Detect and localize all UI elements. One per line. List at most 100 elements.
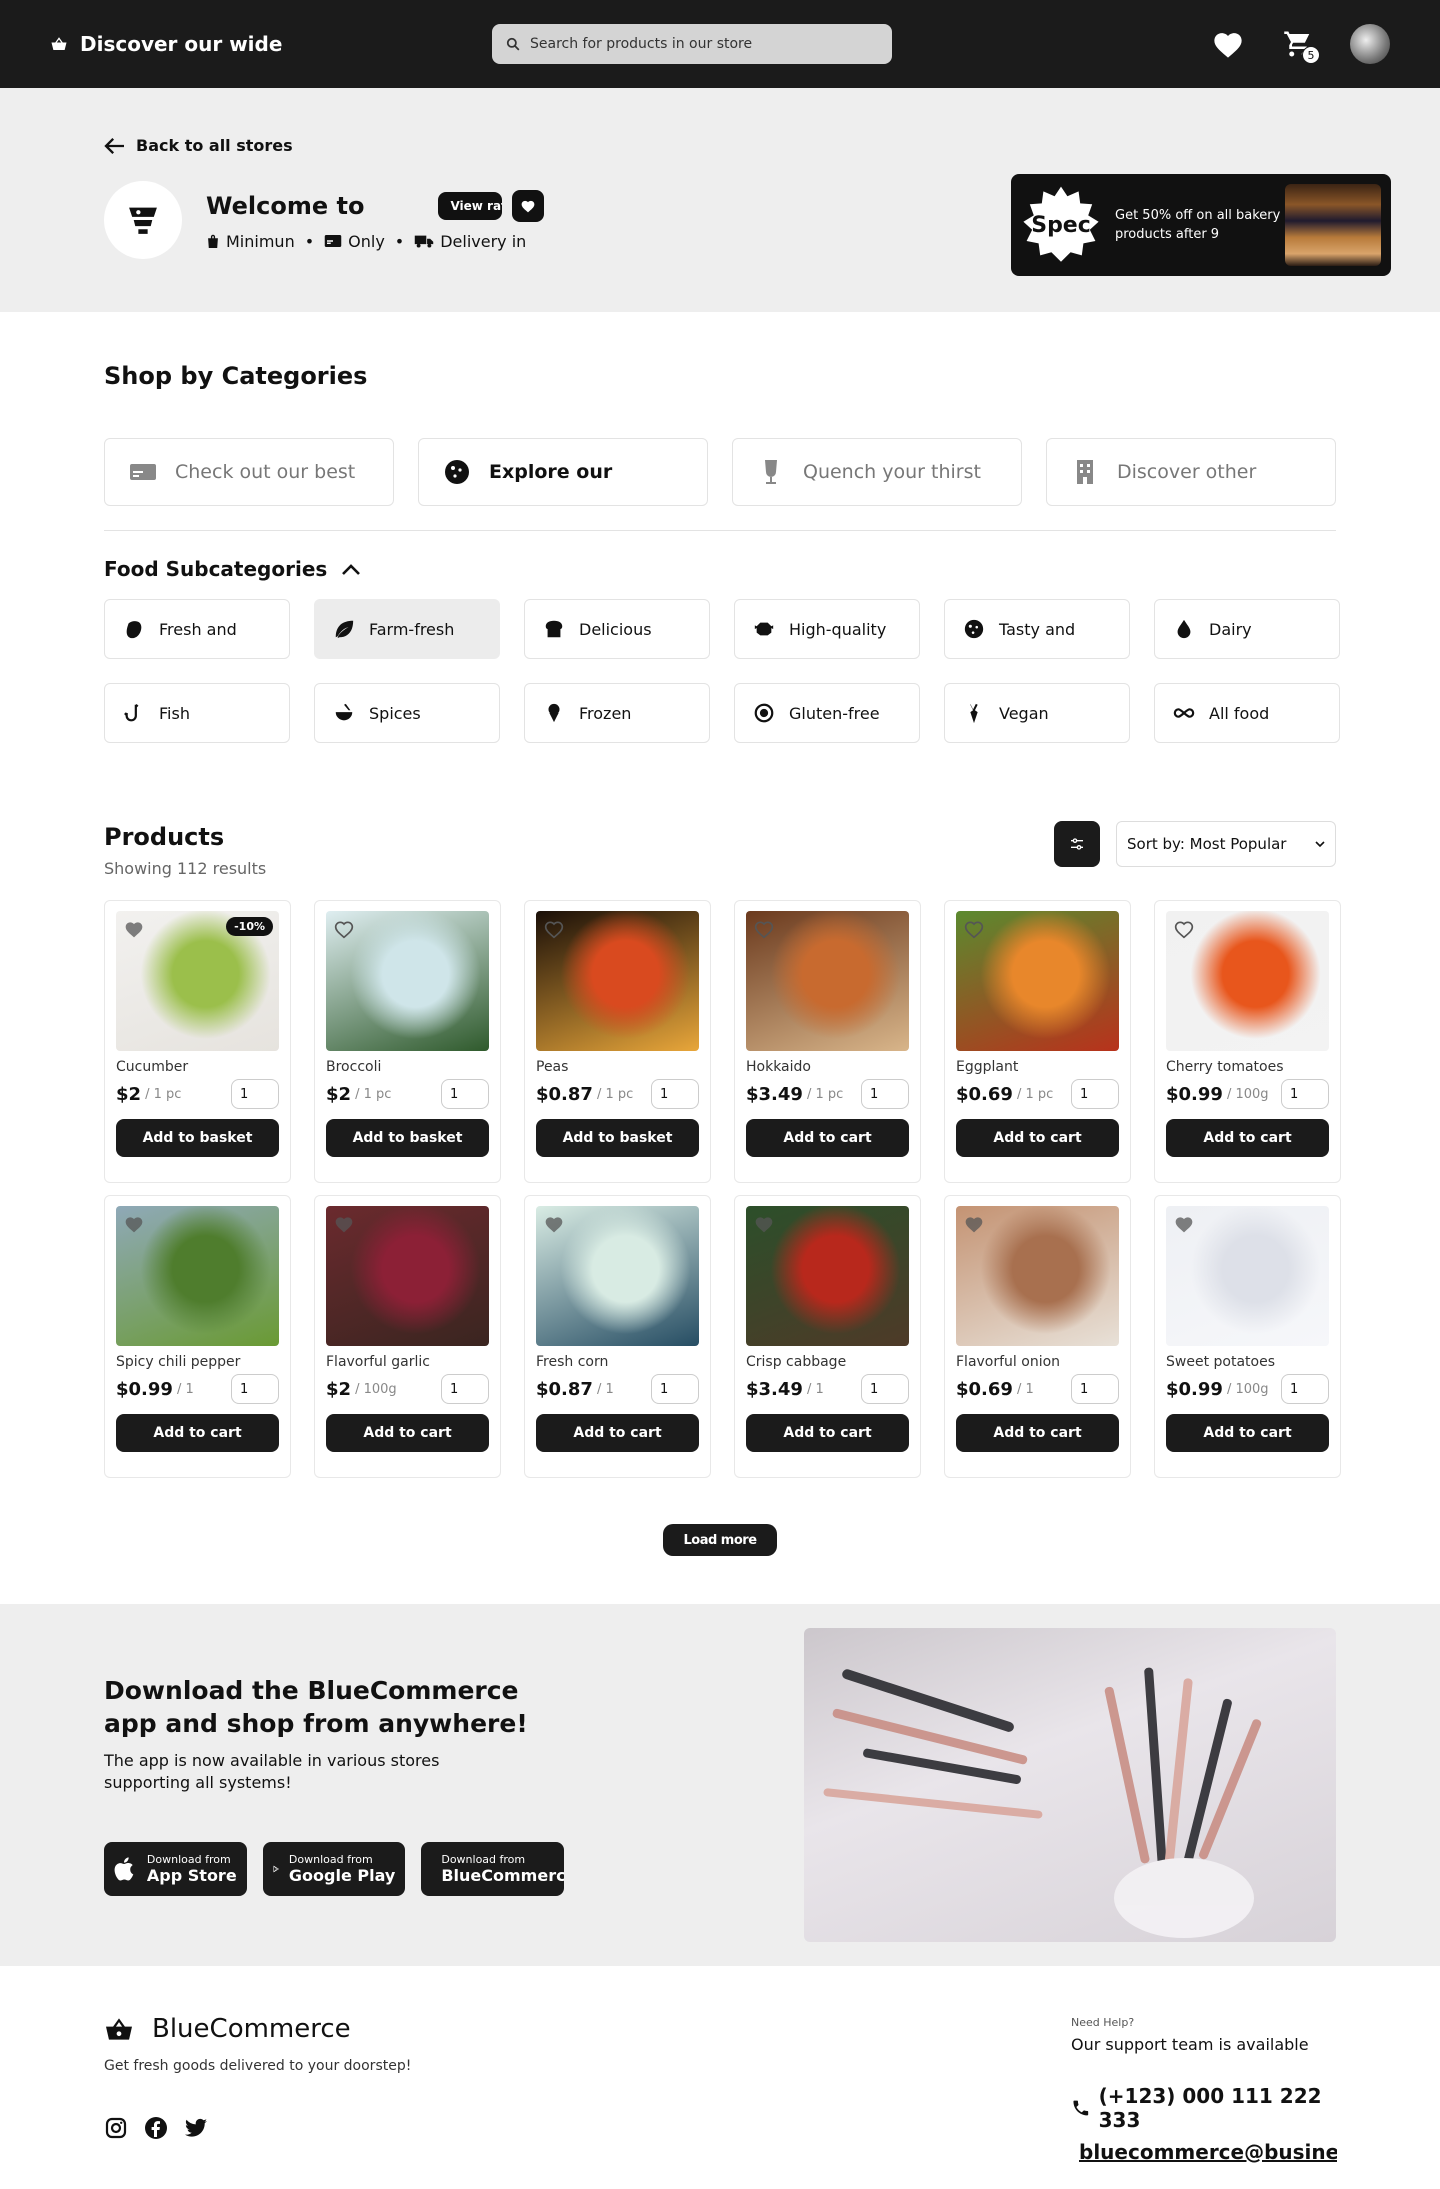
twitter-icon[interactable]	[184, 2116, 208, 2140]
promo-banner[interactable]: Spec Get 50% off on all bakery products …	[1011, 174, 1391, 276]
subcategory-card[interactable]: Vegan	[944, 683, 1130, 743]
category-label: Discover other	[1117, 461, 1257, 483]
phone-number: (+123) 000 111 222 333	[1098, 2084, 1322, 2132]
quantity-input[interactable]	[441, 1079, 489, 1109]
subcategories-title: Food Subcategories	[104, 557, 328, 581]
subcategory-card[interactable]: All food	[1154, 683, 1340, 743]
category-card[interactable]: Check out our best	[104, 438, 394, 506]
product-card[interactable]: -10% Cucumber $2/ 1 pc Add to basket	[104, 900, 291, 1183]
product-name: Fresh corn	[536, 1354, 609, 1370]
heart-icon[interactable]	[334, 1214, 354, 1234]
icecream-icon	[548, 703, 560, 723]
heart-icon[interactable]	[754, 919, 774, 939]
heart-icon[interactable]	[1174, 1214, 1194, 1234]
product-card[interactable]: Flavorful onion $0.69/ 1 Add to cart	[944, 1195, 1131, 1478]
quantity-input[interactable]	[861, 1079, 909, 1109]
category-card[interactable]: Discover other	[1046, 438, 1336, 506]
add-to-cart-button[interactable]: Add to cart	[746, 1414, 909, 1452]
brand-logo[interactable]: Discover our wide	[50, 32, 282, 56]
store-logo-icon	[129, 207, 157, 234]
add-to-cart-button[interactable]: Add to basket	[326, 1119, 489, 1157]
no-wheat-icon	[754, 703, 774, 723]
heart-icon[interactable]	[124, 919, 144, 939]
heart-icon[interactable]	[964, 919, 984, 939]
add-to-cart-button[interactable]: Add to cart	[116, 1414, 279, 1452]
subcategory-card[interactable]: Fresh and	[104, 599, 290, 659]
heart-icon[interactable]	[124, 1214, 144, 1234]
subcategory-card[interactable]: Delicious	[524, 599, 710, 659]
product-card[interactable]: Peas $0.87/ 1 pc Add to basket	[524, 900, 711, 1183]
quantity-input[interactable]	[651, 1079, 699, 1109]
back-to-stores-link[interactable]: Back to all stores	[104, 136, 1336, 155]
subcategory-card[interactable]: Tasty and	[944, 599, 1130, 659]
sort-dropdown[interactable]: Sort by: Most Popular	[1116, 821, 1336, 867]
quantity-input[interactable]	[441, 1374, 489, 1404]
subcategories-toggle[interactable]: Food Subcategories	[104, 557, 1336, 581]
heart-icon[interactable]	[964, 1214, 984, 1234]
add-to-cart-button[interactable]: Add to cart	[1166, 1119, 1329, 1157]
instagram-icon[interactable]	[104, 2116, 128, 2140]
app-store-button[interactable]: Download from App Store	[104, 1842, 247, 1896]
support-phone[interactable]: (+123) 000 111 222 333	[1071, 2084, 1341, 2132]
product-card[interactable]: Sweet potatoes $0.99/ 100g Add to cart	[1154, 1195, 1341, 1478]
search-input[interactable]: Search for products in our store	[492, 24, 892, 64]
heart-icon[interactable]	[1174, 919, 1194, 939]
product-price: $0.87	[536, 1083, 593, 1105]
product-image	[956, 911, 1119, 1051]
favorites-button[interactable]	[1210, 26, 1246, 62]
filter-button[interactable]	[1054, 821, 1100, 867]
product-card[interactable]: Eggplant $0.69/ 1 pc Add to cart	[944, 900, 1131, 1183]
product-card[interactable]: Hokkaido $3.49/ 1 pc Add to cart	[734, 900, 921, 1183]
load-more-button[interactable]: Load more	[663, 1524, 777, 1556]
subcategory-card[interactable]: High-quality	[734, 599, 920, 659]
google-play-button[interactable]: Download from Google Play	[262, 1842, 406, 1896]
heart-icon[interactable]	[544, 919, 564, 939]
cart-button[interactable]: 5	[1280, 26, 1320, 64]
add-to-cart-button[interactable]: Add to cart	[1166, 1414, 1329, 1452]
add-to-cart-button[interactable]: Add to cart	[956, 1119, 1119, 1157]
subcategory-card[interactable]: Dairy	[1154, 599, 1340, 659]
support-email[interactable]: bluecommerce@business.com	[1071, 2140, 1337, 2164]
product-card[interactable]: Fresh corn $0.87/ 1 Add to cart	[524, 1195, 711, 1478]
quantity-input[interactable]	[231, 1079, 279, 1109]
quantity-input[interactable]	[861, 1374, 909, 1404]
category-list: Check out our best Explore our Quench yo…	[104, 438, 1336, 506]
subcategory-card[interactable]: Spices	[314, 683, 500, 743]
special-badge: Spec	[1021, 185, 1101, 265]
quantity-input[interactable]	[1071, 1374, 1119, 1404]
favorite-store-button[interactable]	[512, 189, 545, 222]
subcategory-card-selected[interactable]: Farm-fresh	[314, 599, 500, 659]
add-to-cart-button[interactable]: Add to cart	[746, 1119, 909, 1157]
subcategory-card[interactable]: Gluten-free	[734, 683, 920, 743]
add-to-cart-button[interactable]: Add to cart	[956, 1414, 1119, 1452]
add-to-cart-button[interactable]: Add to cart	[326, 1414, 489, 1452]
subcategory-card[interactable]: Fish	[104, 683, 290, 743]
footer-brand[interactable]: BlueCommerce	[104, 2014, 351, 2044]
heart-icon[interactable]	[544, 1214, 564, 1234]
product-card[interactable]: Cherry tomatoes $0.99/ 100g Add to cart	[1154, 900, 1341, 1183]
quantity-input[interactable]	[1071, 1079, 1119, 1109]
quantity-input[interactable]	[231, 1374, 279, 1404]
product-card[interactable]: Flavorful garlic $2/ 100g Add to cart	[314, 1195, 501, 1478]
product-card[interactable]: Broccoli $2/ 1 pc Add to basket	[314, 900, 501, 1183]
add-to-cart-button[interactable]: Add to cart	[536, 1414, 699, 1452]
quantity-input[interactable]	[1281, 1079, 1329, 1109]
quantity-input[interactable]	[651, 1374, 699, 1404]
product-card[interactable]: Spicy chili pepper $0.99/ 1 Add to cart	[104, 1195, 291, 1478]
heart-icon[interactable]	[334, 919, 354, 939]
subcategory-card[interactable]: Frozen	[524, 683, 710, 743]
cookie-icon	[964, 619, 984, 639]
product-card[interactable]: Crisp cabbage $3.49/ 1 Add to cart	[734, 1195, 921, 1478]
category-card-active[interactable]: Explore our	[418, 438, 708, 506]
quantity-input[interactable]	[1281, 1374, 1329, 1404]
category-card[interactable]: Quench your thirst	[732, 438, 1022, 506]
heart-icon[interactable]	[754, 1214, 774, 1234]
user-avatar[interactable]	[1350, 24, 1390, 64]
divider	[104, 530, 1336, 531]
facebook-icon[interactable]	[144, 2116, 168, 2140]
add-to-cart-button[interactable]: Add to basket	[116, 1119, 279, 1157]
bluecommerce-store-button[interactable]: Download from BlueCommerce	[421, 1842, 565, 1896]
category-label: Explore our	[489, 461, 613, 483]
view-ratings-button[interactable]: View ratings	[438, 191, 503, 220]
add-to-cart-button[interactable]: Add to basket	[536, 1119, 699, 1157]
